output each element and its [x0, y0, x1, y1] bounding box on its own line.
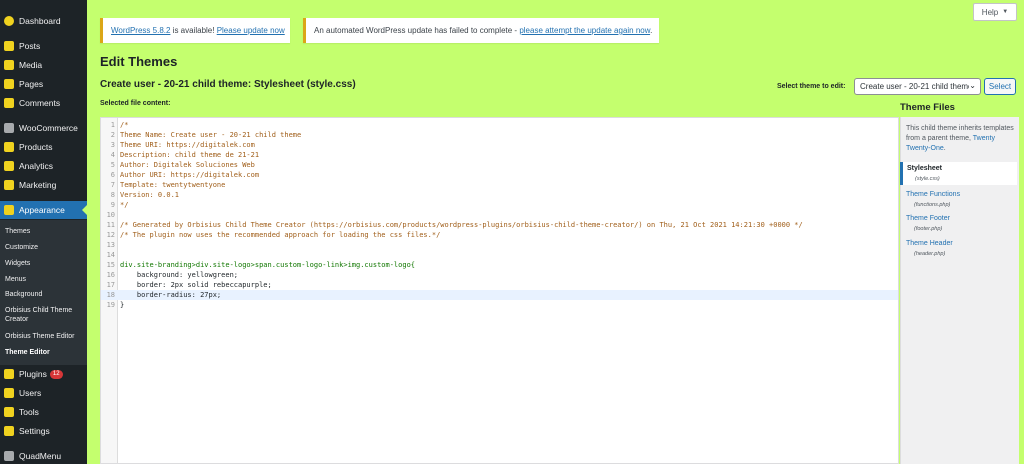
plugins-update-badge: 12	[49, 369, 63, 379]
dashboard-icon	[4, 16, 14, 26]
submenu-item-orbisius-theme-editor[interactable]: Orbisius Theme Editor	[5, 332, 85, 341]
code-line: 11/* Generated by Orbisius Child Theme C…	[106, 221, 803, 229]
code-line: 5 Author: Digitalek Soluciones Web	[110, 161, 255, 169]
plugins-icon	[4, 369, 14, 379]
code-line: 4 Description: child theme de 21-21	[110, 151, 260, 159]
code-line: 10	[106, 211, 115, 219]
comments-icon	[4, 98, 14, 108]
submenu-item-widgets[interactable]: Widgets	[5, 259, 85, 268]
theme-select-label: Select theme to edit:	[777, 83, 846, 90]
appearance-submenu: Themes Customize Widgets Menus Backgroun…	[0, 220, 87, 365]
admin-sidebar: Dashboard Posts Media Pages Comments Woo…	[0, 0, 87, 464]
code-line: 14	[106, 251, 115, 259]
sidebar-item-woocommerce[interactable]: WooCommerce	[0, 119, 87, 137]
chevron-down-icon: ⌄	[969, 81, 976, 90]
code-line: 12/* The plugin now uses the recommended…	[106, 231, 441, 239]
submenu-item-menus[interactable]: Menus	[5, 275, 85, 284]
sidebar-item-tools[interactable]: Tools	[0, 403, 87, 421]
tools-icon	[4, 407, 14, 417]
submenu-item-orbisius-child-theme-creator[interactable]: Orbisius Child Theme Creator	[5, 306, 85, 324]
theme-files-heading: Theme Files	[900, 102, 955, 113]
analytics-icon	[4, 161, 14, 171]
code-line: 2 Theme Name: Create user - 20-21 child t…	[110, 131, 302, 139]
chevron-down-icon: ▼	[1002, 9, 1009, 15]
sidebar-item-analytics[interactable]: Analytics	[0, 157, 87, 175]
code-line: 8 Version: 0.0.1	[110, 191, 180, 199]
pages-icon	[4, 79, 14, 89]
code-line-active: 18 border-radius: 27px;	[101, 290, 898, 300]
file-entry-stylesheet[interactable]: Stylesheet (style.css)	[900, 162, 1017, 185]
sidebar-item-plugins[interactable]: Plugins 12	[0, 365, 87, 383]
sidebar-item-media[interactable]: Media	[0, 56, 87, 74]
appearance-icon	[4, 205, 14, 215]
quadmenu-icon	[4, 451, 14, 461]
code-line: 13	[106, 241, 115, 249]
sidebar-item-posts[interactable]: Posts	[0, 37, 87, 55]
update-available-notice: WordPress 5.8.2 is available! Please upd…	[100, 18, 290, 43]
submenu-item-background[interactable]: Background	[5, 290, 85, 299]
code-line: 7 Template: twentytwentyone	[110, 181, 226, 189]
theme-files-description: This child theme inherits templates from…	[906, 125, 1014, 152]
sidebar-item-marketing[interactable]: Marketing	[0, 176, 87, 194]
products-icon	[4, 142, 14, 152]
file-title: Create user - 20-21 child theme: Stylesh…	[100, 79, 356, 90]
sidebar-item-settings[interactable]: Settings	[0, 422, 87, 440]
submenu-item-customize[interactable]: Customize	[5, 243, 85, 252]
marketing-icon	[4, 180, 14, 190]
page-title: Edit Themes	[100, 54, 178, 69]
theme-select-dropdown[interactable]: Create user - 20-21 child theme ⌄	[854, 78, 981, 95]
sidebar-item-quadmenu[interactable]: QuadMenu	[0, 447, 87, 464]
submenu-item-themes[interactable]: Themes	[5, 227, 85, 236]
select-theme-button[interactable]: Select	[984, 78, 1016, 95]
file-entry-theme-footer[interactable]: Theme Footer (footer.php)	[900, 214, 1017, 234]
sidebar-item-comments[interactable]: Comments	[0, 94, 87, 112]
wordpress-version-link[interactable]: WordPress 5.8.2	[111, 26, 170, 35]
sidebar-item-appearance[interactable]: Appearance	[0, 201, 87, 219]
media-icon	[4, 60, 14, 70]
code-line: 9 */	[110, 201, 129, 209]
code-line: 17 border: 2px solid rebeccapurple;	[106, 281, 272, 289]
attempt-update-link[interactable]: please attempt the update again now	[519, 26, 650, 35]
sidebar-item-products[interactable]: Products	[0, 138, 87, 156]
submenu-item-theme-editor[interactable]: Theme Editor	[5, 348, 85, 357]
code-line: 16 background: yellowgreen;	[106, 271, 239, 279]
code-line: 3 Theme URI: https://digitalek.com	[110, 141, 255, 149]
file-entry-theme-functions[interactable]: Theme Functions (functions.php)	[900, 190, 1017, 210]
code-line: 6 Author URI: https://digitalek.com	[110, 171, 260, 179]
code-line: 1/*	[110, 121, 129, 129]
update-now-link[interactable]: Please update now	[217, 26, 285, 35]
file-entry-theme-header[interactable]: Theme Header (header.php)	[900, 239, 1017, 259]
sidebar-item-users[interactable]: Users	[0, 384, 87, 402]
sidebar-item-dashboard[interactable]: Dashboard	[0, 12, 87, 30]
selected-file-label: Selected file content:	[100, 100, 171, 107]
help-button[interactable]: Help ▼	[973, 3, 1017, 21]
woocommerce-icon	[4, 123, 14, 133]
settings-icon	[4, 426, 14, 436]
code-line: 19}	[106, 301, 125, 309]
code-editor[interactable]: 1/* 2 Theme Name: Create user - 20-21 chi…	[100, 117, 899, 464]
users-icon	[4, 388, 14, 398]
auto-update-failed-notice: An automated WordPress update has failed…	[303, 18, 659, 43]
code-line: 15 div.site-branding>div.site-logo>span.c…	[106, 261, 416, 269]
pin-icon	[4, 41, 14, 51]
sidebar-item-pages[interactable]: Pages	[0, 75, 87, 93]
